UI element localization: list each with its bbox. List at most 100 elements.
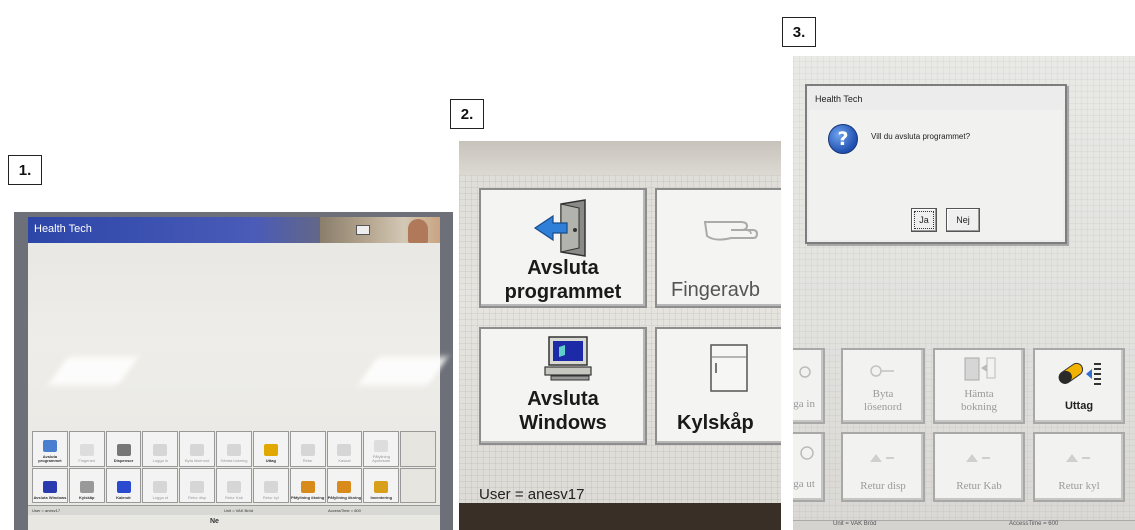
p1-button-label: Påfyllning ökning bbox=[290, 494, 325, 500]
p1-button-label: Avsluta Windows bbox=[33, 494, 67, 500]
logga-in-label: ga in bbox=[793, 398, 815, 410]
confirm-dialog: Health Tech ? Vill du avsluta programmet… bbox=[805, 84, 1067, 244]
logga-ut-button[interactable]: ga ut bbox=[793, 432, 825, 502]
retur-kab-button[interactable]: Retur Kab bbox=[933, 432, 1025, 502]
p1-button-dispensor[interactable]: Dispensor bbox=[105, 431, 142, 467]
p1-button-påfyllning-apotekare[interactable]: Påfyllning Apotekare bbox=[363, 431, 400, 467]
retur-kyl-button[interactable]: Retur kyl bbox=[1033, 432, 1125, 502]
window-title: Health Tech bbox=[34, 223, 92, 235]
monitor-bezel bbox=[459, 503, 781, 530]
discard-icon bbox=[337, 444, 352, 456]
no-button[interactable]: Nej bbox=[946, 208, 980, 232]
p1-button-label: Logga ut bbox=[152, 494, 169, 500]
key-icon bbox=[799, 366, 811, 378]
p1-button-label: Påfyllning ökning bbox=[327, 494, 362, 500]
p1-button-logga-in[interactable]: Logga in bbox=[142, 431, 179, 467]
button-panel: Avsluta programmet Fingeravt Dispensor Logg… bbox=[32, 431, 436, 503]
p1-button-label: Kassat bbox=[338, 458, 351, 463]
retur-kyl-label: Retur kyl bbox=[1058, 480, 1100, 492]
computer-icon bbox=[544, 336, 592, 381]
return-icon bbox=[300, 444, 315, 456]
pill-out-icon bbox=[263, 444, 278, 456]
app-screen-zoom: Avsluta programmet Fingeravb Avsluta Win… bbox=[459, 141, 781, 530]
question-icon: ? bbox=[828, 124, 858, 154]
avsluta-programmet-label-1: Avsluta bbox=[527, 257, 599, 279]
key-icon bbox=[870, 365, 894, 377]
p1-button-kalendr[interactable]: Kalendr bbox=[105, 467, 142, 503]
p1-button-label: Hämta bokning bbox=[220, 458, 248, 463]
fingeravb-button[interactable]: Fingeravb bbox=[655, 188, 781, 308]
p1-button-kassat[interactable]: Kassat bbox=[326, 431, 363, 467]
p1-button-byta-lösenord[interactable]: Byta lösenord bbox=[179, 431, 216, 467]
photo-1-full-screen: Health Tech Avsluta programmet Fingeravt D… bbox=[14, 212, 453, 530]
avsluta-windows-label-2: Windows bbox=[519, 412, 607, 434]
kylskap-label: Kylskåp bbox=[677, 412, 754, 434]
uttag-button[interactable]: Uttag bbox=[1033, 348, 1125, 424]
p1-button-label: Retur bbox=[302, 458, 313, 463]
p1-button-label: Fingeravt bbox=[78, 458, 96, 463]
fridge-icon bbox=[710, 344, 748, 392]
exit-door-icon bbox=[533, 199, 586, 257]
logga-in-button[interactable]: ga in bbox=[793, 348, 825, 424]
return-icon bbox=[263, 480, 278, 493]
photo-3-dialog: Health Tech ? Vill du avsluta programmet… bbox=[793, 56, 1135, 530]
p1-button-fingeravt[interactable]: Fingeravt bbox=[68, 431, 105, 467]
inventory-icon bbox=[374, 480, 389, 493]
p1-button-retur[interactable]: Retur bbox=[289, 431, 326, 467]
p1-button-label: Logga in bbox=[152, 458, 169, 463]
avsluta-programmet-button[interactable]: Avsluta programmet bbox=[479, 188, 647, 308]
cabinet-icon bbox=[116, 444, 131, 456]
key-icon bbox=[190, 444, 205, 456]
byta-losenord-button[interactable]: Byta lösenord bbox=[841, 348, 925, 424]
step-label-3: 3. bbox=[782, 17, 816, 47]
p1-button-label: Byta lösenord bbox=[184, 458, 210, 463]
yes-button[interactable]: Ja bbox=[911, 208, 937, 232]
p1-button-avsluta-programmet[interactable]: Avsluta programmet bbox=[32, 431, 68, 467]
p1-button-uttag[interactable]: Uttag bbox=[252, 431, 289, 467]
byta-losenord-label-2: lösenord bbox=[864, 401, 902, 413]
kylskap-button[interactable]: Kylskåp bbox=[655, 327, 781, 445]
p1-button-påfyllning-ökning[interactable]: Påfyllning ökning bbox=[326, 467, 363, 503]
retur-disp-label: Retur disp bbox=[860, 480, 906, 492]
access-time-status: AccessTime = 600 bbox=[1009, 521, 1059, 527]
avsluta-windows-button[interactable]: Avsluta Windows bbox=[479, 327, 647, 445]
avsluta-windows-label-1: Avsluta bbox=[527, 388, 599, 410]
logga-ut-label: ga ut bbox=[793, 478, 815, 490]
p1-empty-slot bbox=[400, 467, 436, 503]
return-icon bbox=[966, 454, 990, 462]
photo-2-zoom: Avsluta programmet Fingeravb Avsluta Win… bbox=[459, 141, 781, 530]
p1-button-label: Avsluta programmet bbox=[38, 453, 62, 463]
lightbulb-icon bbox=[374, 439, 389, 452]
p1-button-label: Dispensor bbox=[113, 458, 134, 463]
hamta-bokning-button[interactable]: Hämta bokning bbox=[933, 348, 1025, 424]
p1-button-hämta-bokning[interactable]: Hämta bokning bbox=[216, 431, 252, 467]
camera-view bbox=[320, 217, 440, 243]
p1-button-logga-ut[interactable]: Logga ut bbox=[142, 467, 179, 503]
dialog-title: Health Tech bbox=[815, 94, 863, 104]
key-icon bbox=[153, 444, 168, 456]
hamta-bokning-label-2: bokning bbox=[960, 401, 998, 413]
refill-icon bbox=[300, 480, 315, 493]
retur-kab-label: Retur Kab bbox=[956, 480, 1002, 492]
p1-button-label: Uttag bbox=[265, 458, 276, 463]
status-bar: Unit = VAK Bröd AccessTime = 600 bbox=[793, 520, 1135, 530]
p1-button-label: Påfyllning Apotekare bbox=[372, 453, 391, 463]
unit-status: Unit = VAK Bröd bbox=[833, 521, 877, 527]
user-status: User = anesv17 bbox=[479, 486, 585, 503]
p1-button-påfyllning-ökning[interactable]: Påfyllning ökning bbox=[289, 467, 326, 503]
computer-icon bbox=[42, 480, 57, 493]
p1-button-avsluta-windows[interactable]: Avsluta Windows bbox=[32, 467, 68, 503]
p1-button-retur-kab[interactable]: Retur Kab bbox=[216, 467, 252, 503]
retur-disp-button[interactable]: Retur disp bbox=[841, 432, 925, 502]
p1-button-inventering[interactable]: Inventering bbox=[363, 467, 400, 503]
logout-icon bbox=[800, 446, 814, 460]
p1-button-retur-kyl[interactable]: Retur kyl bbox=[252, 467, 289, 503]
status-bar: User = anesv17 Unit = VAK Bröd AccessTim… bbox=[28, 505, 440, 515]
app-screen: Health Tech Avsluta programmet Fingeravt D… bbox=[28, 217, 448, 530]
p1-button-label: Retur kyl bbox=[262, 494, 279, 500]
screen-glare bbox=[48, 357, 138, 385]
p1-button-label: Retur disp bbox=[188, 494, 207, 500]
p1-button-kylskåp[interactable]: Kylskåp bbox=[68, 467, 105, 503]
p1-button-retur-disp[interactable]: Retur disp bbox=[179, 467, 216, 503]
step-label-1: 1. bbox=[8, 155, 42, 185]
